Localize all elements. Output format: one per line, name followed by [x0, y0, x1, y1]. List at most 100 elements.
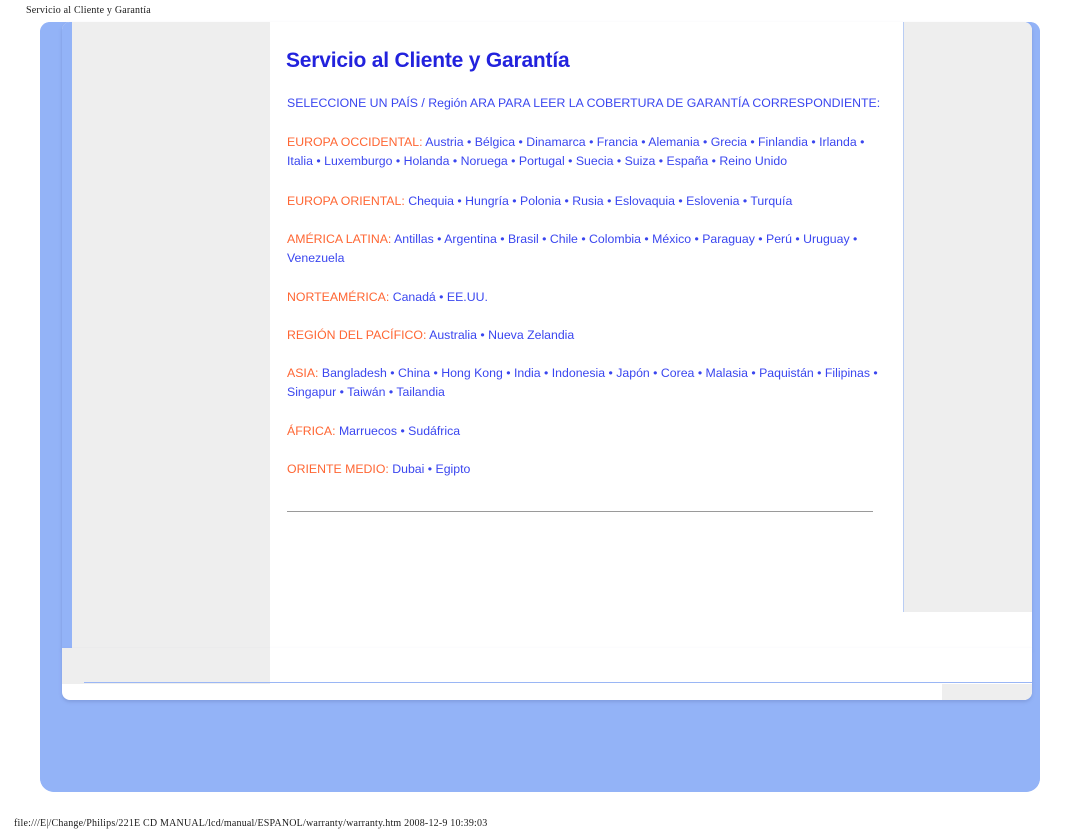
country-link[interactable]: Reino Unido [719, 154, 787, 168]
country-link[interactable]: Chequia [408, 194, 454, 208]
country-link[interactable]: Malasia [706, 366, 748, 380]
country-link[interactable]: Perú [766, 232, 792, 246]
country-link[interactable]: Dinamarca [526, 135, 585, 149]
country-link[interactable]: Singapur [287, 385, 336, 399]
region-block-oriente-medio: ORIENTE MEDIO: Dubai • Egipto [287, 460, 887, 479]
region-label: NORTEAMÉRICA: [287, 290, 390, 304]
country-link[interactable]: Francia [597, 135, 638, 149]
country-link[interactable]: España [667, 154, 709, 168]
region-block-europa-occidental: EUROPA OCCIDENTAL: Austria • Bélgica • D… [287, 133, 887, 171]
country-link[interactable]: Venezuela [287, 251, 344, 265]
country-link[interactable]: Italia [287, 154, 313, 168]
country-link[interactable]: Marruecos [339, 424, 397, 438]
country-link[interactable]: Uruguay [803, 232, 849, 246]
country-link[interactable]: Australia [429, 328, 477, 342]
country-link[interactable]: Suiza [625, 154, 656, 168]
country-link[interactable]: Nueva Zelandia [488, 328, 574, 342]
country-separator: • [649, 366, 661, 380]
country-link[interactable]: Holanda [404, 154, 450, 168]
country-link[interactable]: Noruega [461, 154, 508, 168]
bottom-strip-left-pad [62, 648, 270, 684]
region-label: ASIA: [287, 366, 319, 380]
country-link[interactable]: Eslovaquia [615, 194, 675, 208]
country-link[interactable]: Egipto [436, 462, 471, 476]
print-footer: file:///E|/Change/Philips/221E CD MANUAL… [14, 818, 488, 829]
country-link[interactable]: Hungría [465, 194, 509, 208]
country-link[interactable]: Argentina [444, 232, 497, 246]
country-separator: • [655, 154, 667, 168]
country-link[interactable]: Paraguay [702, 232, 755, 246]
country-separator: • [849, 232, 858, 246]
country-link[interactable]: Eslovenia [686, 194, 739, 208]
country-link[interactable]: Taiwán [347, 385, 385, 399]
region-block-america-latina: AMÉRICA LATINA: Antillas • Argentina • B… [287, 230, 887, 268]
country-link[interactable]: Brasil [508, 232, 539, 246]
country-separator: • [430, 366, 442, 380]
country-separator: • [385, 385, 397, 399]
country-separator: • [561, 194, 573, 208]
region-block-asia: ASIA: Bangladesh • China • Hong Kong • I… [287, 364, 887, 402]
country-link[interactable]: Colombia [589, 232, 641, 246]
country-link[interactable]: EE.UU. [447, 290, 488, 304]
country-link[interactable]: China [398, 366, 430, 380]
content-sheet: Servicio al Cliente y Garantía SELECCION… [62, 22, 1032, 648]
navigation-accent-bar [62, 22, 72, 648]
print-header: Servicio al Cliente y Garantía [26, 5, 151, 16]
country-link[interactable]: Filipinas [825, 366, 870, 380]
country-link[interactable]: Alemania [648, 135, 699, 149]
country-link[interactable]: Sudáfrica [408, 424, 460, 438]
country-link[interactable]: Tailandia [396, 385, 445, 399]
country-separator: • [540, 366, 552, 380]
country-link[interactable]: Irlanda [819, 135, 857, 149]
region-block-norteamerica: NORTEAMÉRICA: Canadá • EE.UU. [287, 288, 887, 307]
country-separator: • [603, 194, 615, 208]
country-separator: • [870, 366, 878, 380]
document-content: Servicio al Cliente y Garantía SELECCION… [270, 22, 904, 648]
country-link[interactable]: Paquistán [759, 366, 814, 380]
country-link[interactable]: Polonia [520, 194, 561, 208]
country-link[interactable]: Suecia [576, 154, 614, 168]
country-separator: • [641, 232, 653, 246]
country-separator: • [386, 366, 398, 380]
country-separator: • [754, 232, 767, 246]
country-separator: • [336, 385, 348, 399]
country-separator: • [515, 135, 527, 149]
region-label: REGIÓN DEL PACÍFICO: [287, 328, 427, 342]
country-link[interactable]: Indonesia [552, 366, 605, 380]
region-label: ÁFRICA: [287, 424, 336, 438]
country-link[interactable]: Japón [616, 366, 650, 380]
country-link[interactable]: Luxemburgo [324, 154, 392, 168]
country-separator: • [433, 232, 445, 246]
country-link[interactable]: Corea [661, 366, 695, 380]
country-separator: • [585, 135, 597, 149]
country-link[interactable]: Canadá [393, 290, 436, 304]
country-link[interactable]: Grecia [711, 135, 747, 149]
country-separator: • [747, 366, 760, 380]
country-link[interactable]: Austria [425, 135, 463, 149]
country-link[interactable]: Bangladesh [322, 366, 387, 380]
country-separator: • [496, 232, 508, 246]
region-block-europa-oriental: EUROPA ORIENTAL: Chequia • Hungría • Pol… [287, 192, 887, 211]
country-link[interactable]: Dubai [392, 462, 424, 476]
country-link[interactable]: India [514, 366, 541, 380]
page-title: Servicio al Cliente y Garantía [286, 49, 570, 72]
country-link[interactable]: Turquía [750, 194, 792, 208]
country-link[interactable]: Hong Kong [441, 366, 503, 380]
country-link[interactable]: Finlandia [758, 135, 808, 149]
country-link[interactable]: México [652, 232, 691, 246]
country-separator: • [508, 194, 521, 208]
country-link[interactable]: Bélgica [475, 135, 515, 149]
country-separator: • [699, 135, 711, 149]
country-link[interactable]: Portugal [519, 154, 565, 168]
country-separator: • [674, 194, 687, 208]
intro-paragraph: SELECCIONE UN PAÍS / Región ARA PARA LEE… [287, 96, 881, 110]
country-separator: • [739, 194, 751, 208]
country-separator: • [397, 424, 409, 438]
country-link[interactable]: Rusia [572, 194, 603, 208]
country-separator: • [502, 366, 514, 380]
country-separator: • [564, 154, 576, 168]
country-link[interactable]: Antillas [394, 232, 434, 246]
country-separator: • [507, 154, 519, 168]
country-link[interactable]: Chile [550, 232, 578, 246]
country-separator: • [424, 462, 436, 476]
